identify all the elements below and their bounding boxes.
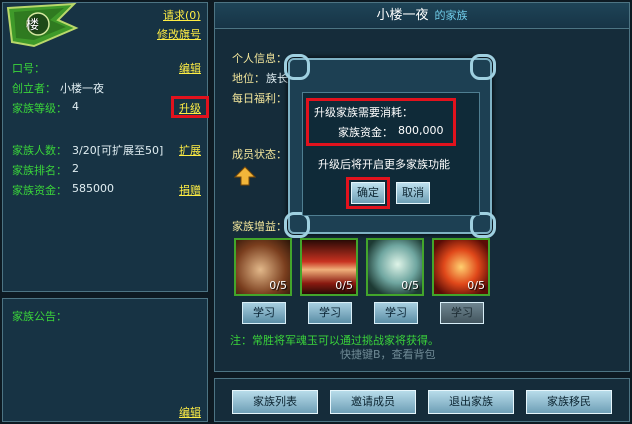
clan-badge-char: 楼	[26, 18, 40, 33]
dialog-corner-ornament	[284, 54, 310, 80]
donate-link[interactable]: 捐赠	[179, 182, 201, 198]
skill-beast-icon[interactable]: 0/5	[366, 238, 424, 296]
learn-button[interactable]: 学习	[308, 302, 352, 324]
slogan-label: 口号：	[12, 62, 45, 75]
members-value: 3/20[可扩展至50]	[72, 144, 164, 157]
members-label: 家族人数：	[12, 144, 67, 157]
skill-count: 0/5	[467, 279, 485, 292]
skill-count: 0/5	[335, 279, 353, 292]
learn-button[interactable]: 学习	[374, 302, 418, 324]
clan-rank-value: 2	[72, 162, 79, 175]
creator-value: 小楼一夜	[60, 82, 104, 95]
notice-label: 家族公告：	[12, 310, 67, 323]
status-arrow-icon[interactable]	[234, 166, 256, 186]
clan-subtitle: 的家族	[434, 9, 468, 22]
clan-funds-label: 家族资金：	[12, 184, 67, 197]
cost-funds-value: 800,000	[398, 124, 444, 137]
notice-edit-link[interactable]: 编辑	[179, 404, 201, 420]
skill-count: 0/5	[401, 279, 419, 292]
clan-level-value: 4	[72, 100, 79, 113]
migrate-clan-button[interactable]: 家族移民	[526, 390, 612, 414]
upgrade-highlight	[171, 96, 209, 118]
skill-lion-icon[interactable]: 0/5	[432, 238, 490, 296]
personal-info-label: 个人信息：	[232, 52, 287, 65]
cost-funds-label: 家族资金：	[338, 126, 393, 139]
expand-link[interactable]: 扩展	[179, 142, 201, 158]
skill-altar-icon[interactable]: 0/5	[300, 238, 358, 296]
clan-title: 小楼一夜	[376, 8, 429, 23]
learn-button[interactable]: 学习	[242, 302, 286, 324]
dialog-corner-ornament	[470, 54, 496, 80]
skill-chest-icon[interactable]: 0/5	[234, 238, 292, 296]
clan-buffs-label: 家族增益：	[232, 220, 287, 233]
position-label: 地位：	[232, 72, 265, 85]
skill-count: 0/5	[269, 279, 287, 292]
requests-link[interactable]: 请求(0)	[163, 7, 201, 23]
learn-button[interactable]: 学习	[440, 302, 484, 324]
clan-rank-label: 家族排名：	[12, 164, 67, 177]
edit-flag-link[interactable]: 修改旗号	[157, 26, 201, 42]
main-header: 小楼一夜 的家族	[215, 3, 629, 29]
daily-welfare-label: 每日福利：	[232, 92, 287, 105]
clan-level-label: 家族等级：	[12, 102, 67, 115]
invite-member-button[interactable]: 邀请成员	[330, 390, 416, 414]
cancel-button[interactable]: 取消	[396, 182, 430, 204]
clan-flag-icon	[6, 2, 79, 48]
upgrade-confirm-dialog	[284, 54, 496, 238]
creator-label: 创立者：	[12, 82, 56, 95]
unlock-text: 升级后将开启更多家族功能	[318, 158, 450, 171]
member-status-label: 成员状态：	[232, 148, 287, 161]
confirm-button[interactable]: 确定	[351, 182, 385, 204]
leave-clan-button[interactable]: 退出家族	[428, 390, 514, 414]
slogan-edit-link[interactable]: 编辑	[179, 60, 201, 76]
clan-list-button[interactable]: 家族列表	[232, 390, 318, 414]
hint-text: 快捷键B，查看背包	[340, 348, 436, 361]
cost-title: 升级家族需要消耗：	[314, 106, 413, 119]
clan-funds-value: 585000	[72, 182, 114, 195]
